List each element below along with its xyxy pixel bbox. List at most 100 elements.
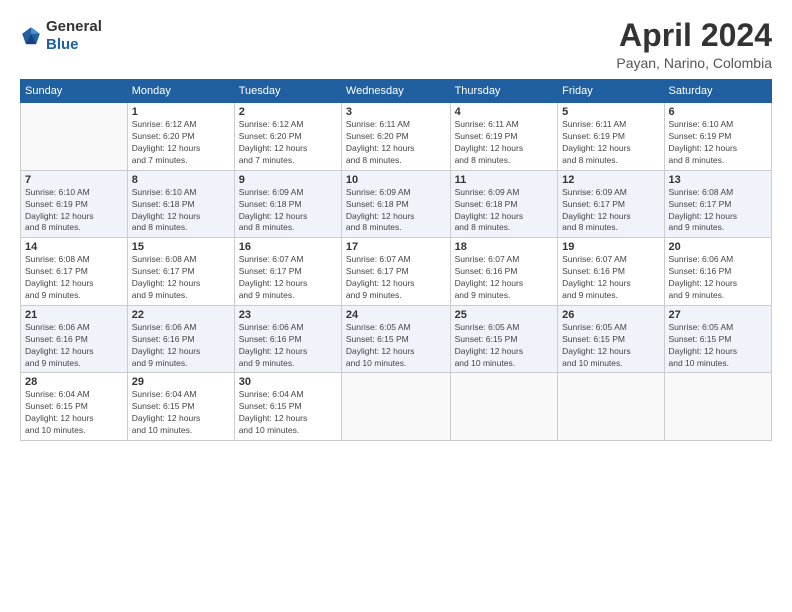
logo: General Blue	[20, 18, 102, 54]
calendar-header-sunday: Sunday	[21, 80, 128, 103]
calendar-cell: 26Sunrise: 6:05 AM Sunset: 6:15 PM Dayli…	[558, 305, 664, 373]
calendar-header-friday: Friday	[558, 80, 664, 103]
calendar-cell: 22Sunrise: 6:06 AM Sunset: 6:16 PM Dayli…	[127, 305, 234, 373]
cell-day-number: 3	[346, 106, 446, 118]
page: General Blue April 2024 Payan, Narino, C…	[0, 0, 792, 612]
calendar-cell: 8Sunrise: 6:10 AM Sunset: 6:18 PM Daylig…	[127, 170, 234, 238]
calendar-cell: 3Sunrise: 6:11 AM Sunset: 6:20 PM Daylig…	[341, 103, 450, 171]
cell-day-number: 24	[346, 309, 446, 321]
calendar-header-saturday: Saturday	[664, 80, 771, 103]
calendar-cell: 7Sunrise: 6:10 AM Sunset: 6:19 PM Daylig…	[21, 170, 128, 238]
cell-info-text: Sunrise: 6:04 AM Sunset: 6:15 PM Dayligh…	[132, 389, 230, 437]
cell-day-number: 22	[132, 309, 230, 321]
cell-info-text: Sunrise: 6:11 AM Sunset: 6:20 PM Dayligh…	[346, 119, 446, 167]
location-title: Payan, Narino, Colombia	[616, 55, 772, 71]
logo-blue: Blue	[46, 36, 79, 53]
calendar-cell: 21Sunrise: 6:06 AM Sunset: 6:16 PM Dayli…	[21, 305, 128, 373]
calendar-week-row: 14Sunrise: 6:08 AM Sunset: 6:17 PM Dayli…	[21, 238, 772, 306]
cell-info-text: Sunrise: 6:05 AM Sunset: 6:15 PM Dayligh…	[669, 322, 767, 370]
cell-day-number: 13	[669, 174, 767, 186]
cell-info-text: Sunrise: 6:08 AM Sunset: 6:17 PM Dayligh…	[669, 187, 767, 235]
calendar-cell: 10Sunrise: 6:09 AM Sunset: 6:18 PM Dayli…	[341, 170, 450, 238]
calendar-cell: 28Sunrise: 6:04 AM Sunset: 6:15 PM Dayli…	[21, 373, 128, 441]
logo-icon	[20, 25, 42, 47]
cell-info-text: Sunrise: 6:09 AM Sunset: 6:18 PM Dayligh…	[346, 187, 446, 235]
cell-day-number: 5	[562, 106, 659, 118]
cell-info-text: Sunrise: 6:07 AM Sunset: 6:16 PM Dayligh…	[455, 254, 554, 302]
calendar-cell: 6Sunrise: 6:10 AM Sunset: 6:19 PM Daylig…	[664, 103, 771, 171]
calendar-week-row: 7Sunrise: 6:10 AM Sunset: 6:19 PM Daylig…	[21, 170, 772, 238]
calendar-cell: 13Sunrise: 6:08 AM Sunset: 6:17 PM Dayli…	[664, 170, 771, 238]
cell-day-number: 4	[455, 106, 554, 118]
calendar-cell: 14Sunrise: 6:08 AM Sunset: 6:17 PM Dayli…	[21, 238, 128, 306]
cell-day-number: 27	[669, 309, 767, 321]
calendar-cell: 18Sunrise: 6:07 AM Sunset: 6:16 PM Dayli…	[450, 238, 558, 306]
cell-day-number: 10	[346, 174, 446, 186]
calendar-cell: 2Sunrise: 6:12 AM Sunset: 6:20 PM Daylig…	[234, 103, 341, 171]
cell-day-number: 2	[239, 106, 337, 118]
calendar-header-row: SundayMondayTuesdayWednesdayThursdayFrid…	[21, 80, 772, 103]
calendar-cell: 19Sunrise: 6:07 AM Sunset: 6:16 PM Dayli…	[558, 238, 664, 306]
calendar-cell	[341, 373, 450, 441]
cell-day-number: 14	[25, 241, 123, 253]
cell-info-text: Sunrise: 6:06 AM Sunset: 6:16 PM Dayligh…	[132, 322, 230, 370]
cell-info-text: Sunrise: 6:11 AM Sunset: 6:19 PM Dayligh…	[455, 119, 554, 167]
calendar-header-tuesday: Tuesday	[234, 80, 341, 103]
calendar-week-row: 28Sunrise: 6:04 AM Sunset: 6:15 PM Dayli…	[21, 373, 772, 441]
cell-info-text: Sunrise: 6:07 AM Sunset: 6:17 PM Dayligh…	[346, 254, 446, 302]
cell-day-number: 29	[132, 376, 230, 388]
cell-info-text: Sunrise: 6:04 AM Sunset: 6:15 PM Dayligh…	[25, 389, 123, 437]
cell-info-text: Sunrise: 6:07 AM Sunset: 6:16 PM Dayligh…	[562, 254, 659, 302]
logo-general: General	[46, 18, 102, 35]
calendar-table: SundayMondayTuesdayWednesdayThursdayFrid…	[20, 79, 772, 441]
calendar-cell: 17Sunrise: 6:07 AM Sunset: 6:17 PM Dayli…	[341, 238, 450, 306]
calendar-week-row: 21Sunrise: 6:06 AM Sunset: 6:16 PM Dayli…	[21, 305, 772, 373]
cell-day-number: 16	[239, 241, 337, 253]
calendar-header-monday: Monday	[127, 80, 234, 103]
calendar-cell: 9Sunrise: 6:09 AM Sunset: 6:18 PM Daylig…	[234, 170, 341, 238]
cell-day-number: 30	[239, 376, 337, 388]
cell-day-number: 11	[455, 174, 554, 186]
cell-info-text: Sunrise: 6:08 AM Sunset: 6:17 PM Dayligh…	[132, 254, 230, 302]
calendar-cell	[558, 373, 664, 441]
calendar-cell: 29Sunrise: 6:04 AM Sunset: 6:15 PM Dayli…	[127, 373, 234, 441]
calendar-week-row: 1Sunrise: 6:12 AM Sunset: 6:20 PM Daylig…	[21, 103, 772, 171]
header: General Blue April 2024 Payan, Narino, C…	[20, 18, 772, 71]
cell-info-text: Sunrise: 6:06 AM Sunset: 6:16 PM Dayligh…	[239, 322, 337, 370]
calendar-cell: 16Sunrise: 6:07 AM Sunset: 6:17 PM Dayli…	[234, 238, 341, 306]
cell-info-text: Sunrise: 6:04 AM Sunset: 6:15 PM Dayligh…	[239, 389, 337, 437]
cell-day-number: 18	[455, 241, 554, 253]
calendar-cell: 4Sunrise: 6:11 AM Sunset: 6:19 PM Daylig…	[450, 103, 558, 171]
logo-text: General Blue	[46, 18, 102, 54]
calendar-cell: 12Sunrise: 6:09 AM Sunset: 6:17 PM Dayli…	[558, 170, 664, 238]
cell-day-number: 12	[562, 174, 659, 186]
cell-info-text: Sunrise: 6:10 AM Sunset: 6:19 PM Dayligh…	[25, 187, 123, 235]
calendar-cell: 20Sunrise: 6:06 AM Sunset: 6:16 PM Dayli…	[664, 238, 771, 306]
cell-info-text: Sunrise: 6:08 AM Sunset: 6:17 PM Dayligh…	[25, 254, 123, 302]
calendar-cell	[21, 103, 128, 171]
cell-day-number: 19	[562, 241, 659, 253]
cell-day-number: 20	[669, 241, 767, 253]
cell-info-text: Sunrise: 6:09 AM Sunset: 6:18 PM Dayligh…	[239, 187, 337, 235]
cell-info-text: Sunrise: 6:10 AM Sunset: 6:19 PM Dayligh…	[669, 119, 767, 167]
cell-info-text: Sunrise: 6:06 AM Sunset: 6:16 PM Dayligh…	[25, 322, 123, 370]
cell-info-text: Sunrise: 6:10 AM Sunset: 6:18 PM Dayligh…	[132, 187, 230, 235]
cell-day-number: 17	[346, 241, 446, 253]
cell-info-text: Sunrise: 6:06 AM Sunset: 6:16 PM Dayligh…	[669, 254, 767, 302]
calendar-cell: 30Sunrise: 6:04 AM Sunset: 6:15 PM Dayli…	[234, 373, 341, 441]
cell-day-number: 26	[562, 309, 659, 321]
cell-day-number: 8	[132, 174, 230, 186]
cell-day-number: 9	[239, 174, 337, 186]
calendar-header-wednesday: Wednesday	[341, 80, 450, 103]
cell-day-number: 7	[25, 174, 123, 186]
cell-info-text: Sunrise: 6:07 AM Sunset: 6:17 PM Dayligh…	[239, 254, 337, 302]
cell-info-text: Sunrise: 6:12 AM Sunset: 6:20 PM Dayligh…	[239, 119, 337, 167]
cell-info-text: Sunrise: 6:09 AM Sunset: 6:17 PM Dayligh…	[562, 187, 659, 235]
cell-day-number: 23	[239, 309, 337, 321]
cell-day-number: 21	[25, 309, 123, 321]
calendar-cell: 11Sunrise: 6:09 AM Sunset: 6:18 PM Dayli…	[450, 170, 558, 238]
calendar-cell	[664, 373, 771, 441]
cell-day-number: 25	[455, 309, 554, 321]
cell-day-number: 28	[25, 376, 123, 388]
cell-info-text: Sunrise: 6:05 AM Sunset: 6:15 PM Dayligh…	[455, 322, 554, 370]
